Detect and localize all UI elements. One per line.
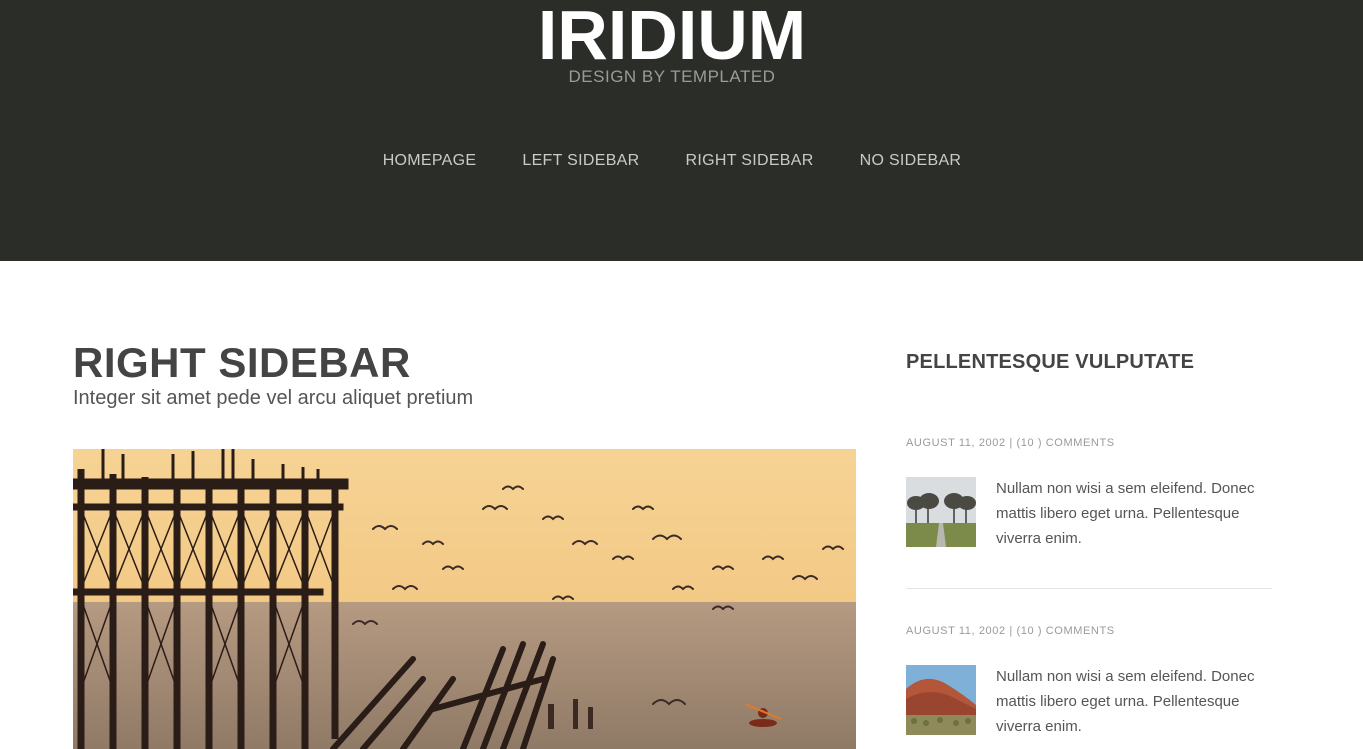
post-thumbnail-red-rock[interactable] [906, 665, 976, 735]
page-subtitle: Integer sit amet pede vel arcu aliquet p… [73, 387, 474, 409]
sidebar-post: AUGUST 11, 2002 | (10 ) COMMENTS Nullam … [906, 624, 1272, 745]
sidebar-post: AUGUST 11, 2002 | (10 ) COMMENTS Nullam … [906, 436, 1272, 557]
nav-item-left-sidebar[interactable]: LEFT SIDEBAR [522, 150, 639, 172]
nav-item-homepage[interactable]: HOMEPAGE [383, 150, 477, 172]
right-sidebar: PELLENTESQUE VULPUTATE AUGUST 11, 2002 |… [906, 348, 1272, 735]
main-content: RIGHT SIDEBAR Integer sit amet pede vel … [73, 339, 856, 749]
nav-item-no-sidebar[interactable]: NO SIDEBAR [860, 150, 962, 172]
meta-separator: | [1009, 625, 1013, 637]
post-thumbnail-trees-path[interactable] [906, 477, 976, 547]
hero-image-pier-birds [73, 449, 856, 749]
post-excerpt: Nullam non wisi a sem eleifend. Donec ma… [996, 480, 1255, 547]
post-divider [906, 588, 1272, 589]
site-header: IRIDIUM DESIGN BY TEMPLATED HOMEPAGE LEF… [0, 0, 1363, 261]
post-date: AUGUST 11, 2002 [906, 625, 1006, 637]
post-comments-link[interactable]: (10 ) COMMENTS [1016, 625, 1114, 637]
main-nav: HOMEPAGE LEFT SIDEBAR RIGHT SIDEBAR NO S… [0, 150, 1344, 172]
post-date: AUGUST 11, 2002 [906, 437, 1006, 449]
post-meta: AUGUST 11, 2002 | (10 ) COMMENTS [906, 624, 1272, 638]
logo-subtitle: DESIGN BY TEMPLATED [568, 67, 776, 86]
nav-item-right-sidebar[interactable]: RIGHT SIDEBAR [686, 150, 814, 172]
post-body: Nullam non wisi a sem eleifend. Donec ma… [906, 477, 1272, 557]
sidebar-title: PELLENTESQUE VULPUTATE [906, 351, 1195, 373]
post-body: Nullam non wisi a sem eleifend. Donec ma… [906, 665, 1272, 745]
logo-title[interactable]: IRIDIUM [0, 0, 1344, 70]
logo[interactable]: IRIDIUM DESIGN BY TEMPLATED [0, 0, 1344, 87]
page-title: RIGHT SIDEBAR [73, 339, 411, 386]
post-meta: AUGUST 11, 2002 | (10 ) COMMENTS [906, 436, 1272, 450]
post-comments-link[interactable]: (10 ) COMMENTS [1016, 437, 1114, 449]
post-excerpt: Nullam non wisi a sem eleifend. Donec ma… [996, 668, 1255, 735]
meta-separator: | [1009, 437, 1013, 449]
